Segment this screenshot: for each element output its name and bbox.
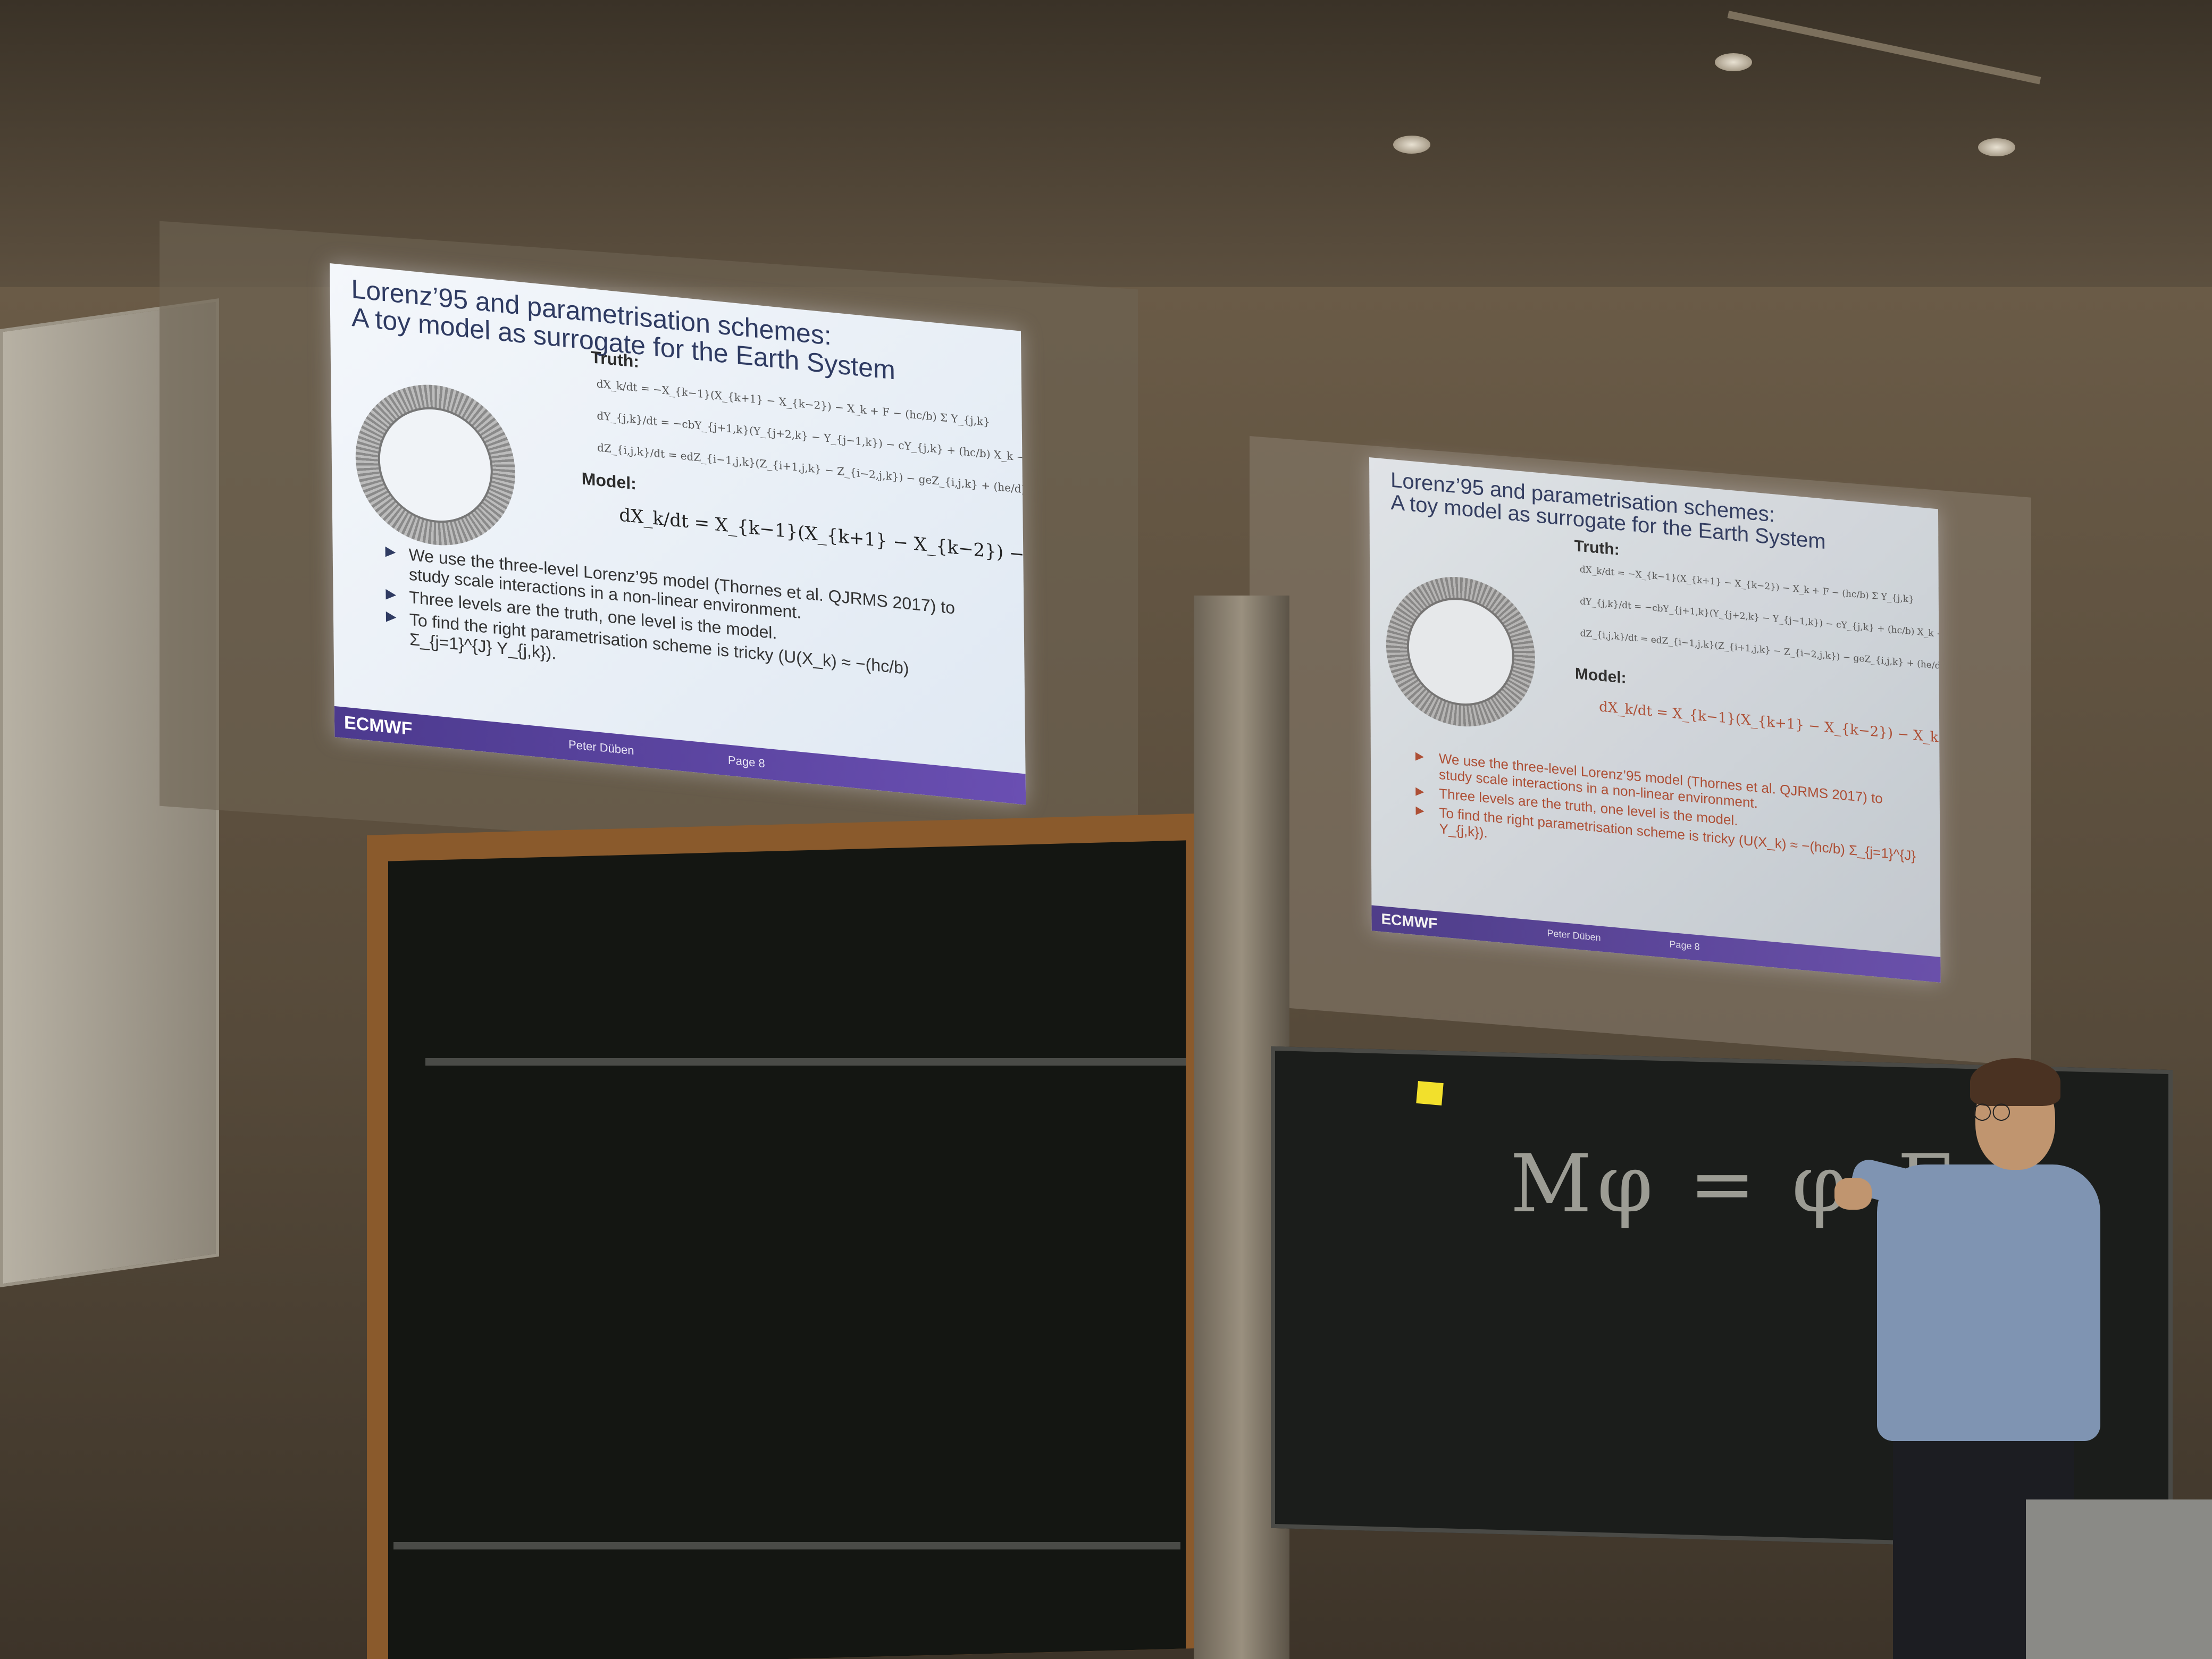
lorenz-ring-diagram — [1386, 570, 1536, 733]
slide-bullets: We use the three-level Lorenz’95 model (… — [383, 542, 990, 709]
footer-page-number: Page 8 — [727, 753, 765, 770]
ceiling-spotlight — [1393, 136, 1430, 154]
model-label: Model: — [581, 468, 636, 493]
truth-equation-z: dZ_{i,j,k}/dt = edZ_{i−1,j,k}(Z_{i+1,j,k… — [1580, 628, 1941, 675]
presenter-hand — [1834, 1178, 1872, 1210]
sticky-note — [1416, 1080, 1444, 1106]
left-chalkboard — [388, 840, 1186, 1659]
projected-slide-left: Lorenz’95 and parametrisation schemes: A… — [330, 263, 1026, 805]
truth-label: Truth: — [1574, 537, 1620, 559]
lorenz-ring-diagram — [355, 377, 516, 553]
footer-page-number: Page 8 — [1669, 939, 1700, 952]
footer-author: Peter Düben — [568, 738, 634, 758]
lecture-hall-scene: Lorenz’95 and parametrisation schemes: A… — [0, 0, 2212, 1659]
ecmwf-logo: ECMWF — [343, 712, 413, 740]
slide-bullets: We use the three-level Lorenz’95 model (… — [1413, 749, 1919, 884]
glasses-icon: ◯◯ — [1973, 1101, 2011, 1120]
truth-equation-x: dX_k/dt = −X_{k−1}(X_{k+1} − X_{k−2}) − … — [1579, 564, 1914, 606]
model-label: Model: — [1574, 665, 1627, 688]
model-equation: dX_k/dt = X_{k−1}(X_{k+1} − X_{k−2}) − X… — [1599, 699, 1940, 755]
projected-slide-right: Lorenz’95 and parametrisation schemes: A… — [1369, 457, 1941, 983]
ceiling-spotlight — [1978, 138, 2015, 156]
chalkboard-rail — [425, 1058, 1186, 1066]
lectern-desk — [2026, 1499, 2212, 1659]
footer-author: Peter Düben — [1547, 927, 1601, 943]
model-equation: dX_k/dt = X_{k−1}(X_{k+1} − X_{k−2}) − X… — [619, 504, 1026, 582]
presenter-hair — [1970, 1058, 2060, 1106]
ecmwf-logo: ECMWF — [1381, 910, 1438, 932]
ceiling-spotlight — [1715, 53, 1752, 71]
chalkboard-rail — [393, 1542, 1180, 1549]
truth-label: Truth: — [591, 347, 640, 372]
